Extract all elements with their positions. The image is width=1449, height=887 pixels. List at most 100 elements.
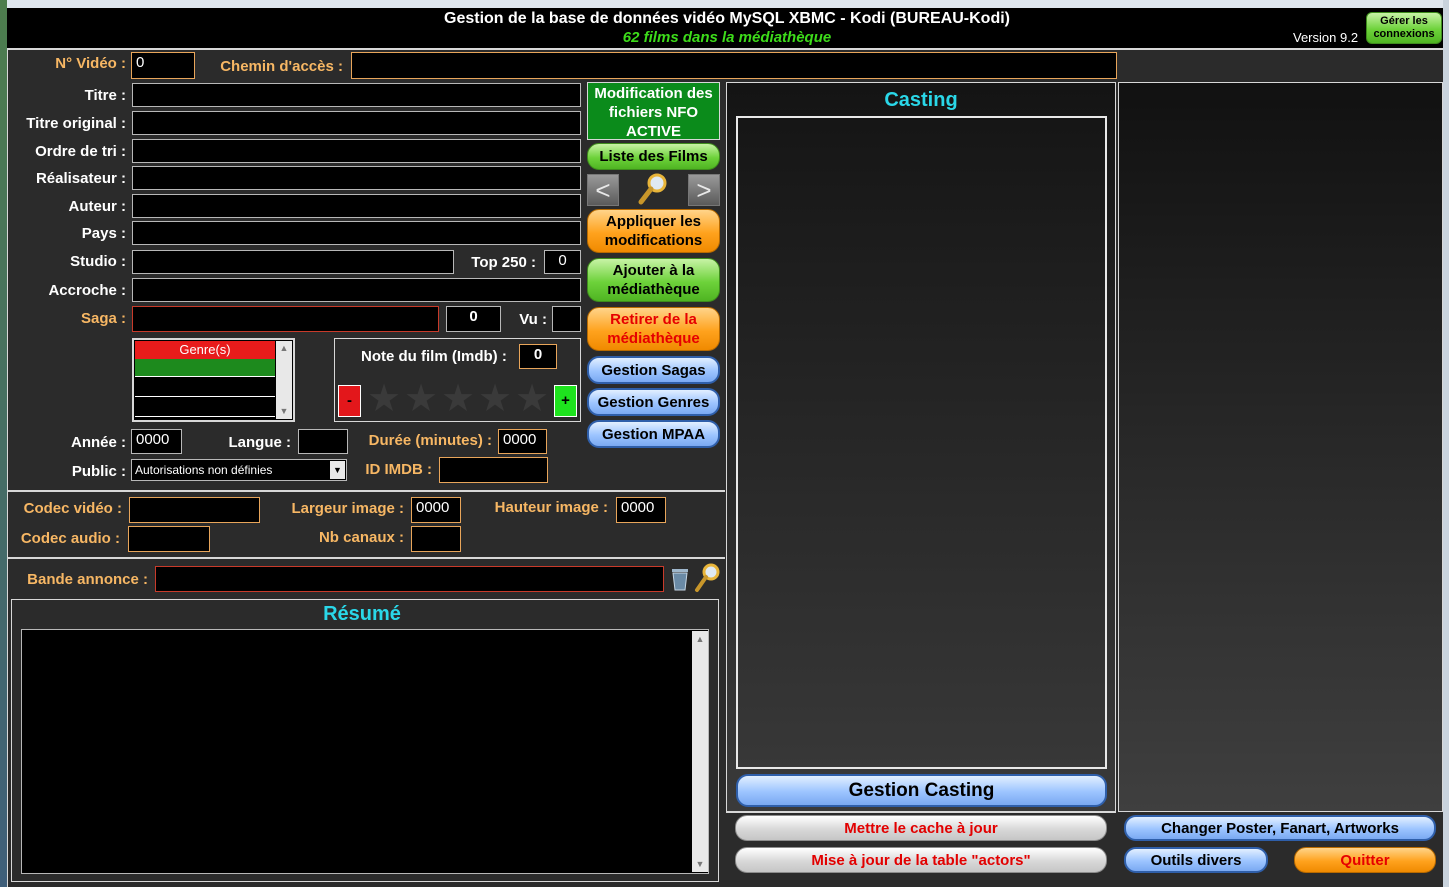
star-icon[interactable]: ★ — [478, 379, 512, 419]
imdb-id-field[interactable] — [439, 457, 548, 483]
apply-changes-button[interactable]: Appliquer les modifications — [587, 209, 720, 253]
rating-value-field: 0 — [519, 344, 557, 369]
studio-field[interactable] — [132, 250, 454, 274]
header-bar: Gestion de la base de données vidéo MySQ… — [7, 8, 1443, 48]
summary-scrollbar[interactable]: ▲ ▼ — [692, 631, 708, 872]
remove-from-library-button[interactable]: Retirer de la médiathèque — [587, 307, 720, 351]
film-count-subtitle: 62 films dans la médiathèque — [622, 29, 832, 46]
summary-textarea[interactable]: ▲ ▼ — [21, 629, 709, 874]
imdb-id-label: ID IMDB : — [365, 461, 432, 478]
star-icon[interactable]: ★ — [367, 379, 401, 419]
previous-film-button[interactable]: < — [587, 174, 619, 206]
scroll-down-icon[interactable]: ▼ — [692, 856, 708, 872]
title-field[interactable] — [132, 83, 581, 107]
director-field[interactable] — [132, 166, 581, 190]
scroll-up-icon[interactable]: ▲ — [692, 631, 708, 647]
duration-field[interactable]: 0000 — [498, 429, 547, 454]
year-field[interactable]: 0000 — [131, 429, 182, 454]
image-height-field[interactable]: 0000 — [616, 497, 666, 523]
top250-field[interactable]: 0 — [544, 250, 581, 274]
manage-casting-button[interactable]: Gestion Casting — [736, 774, 1107, 807]
rating-label: Note du film (Imdb) : — [361, 348, 507, 365]
genre-list-item[interactable] — [135, 359, 275, 377]
genre-list-item[interactable] — [135, 398, 275, 417]
trailer-field[interactable] — [155, 566, 664, 592]
nfo-status-panel: Modification des fichiers NFO ACTIVE — [587, 82, 720, 140]
tagline-field[interactable] — [132, 278, 581, 302]
window-left-border — [0, 0, 7, 887]
video-codec-field[interactable] — [129, 497, 260, 523]
trash-icon-svg — [672, 569, 688, 591]
title-label: Titre : — [84, 87, 126, 104]
manage-genres-button[interactable]: Gestion Genres — [587, 388, 720, 416]
add-to-library-button[interactable]: Ajouter à la médiathèque — [587, 258, 720, 302]
seen-label: Vu : — [519, 311, 547, 328]
manage-connections-button[interactable]: Gérer les connexions — [1366, 12, 1442, 44]
sort-order-field[interactable] — [132, 139, 581, 163]
change-artworks-button[interactable]: Changer Poster, Fanart, Artworks — [1124, 815, 1436, 841]
rating-decrease-button[interactable]: - — [338, 385, 361, 417]
manage-mpaa-button[interactable]: Gestion MPAA — [587, 420, 720, 448]
audio-codec-label: Codec audio : — [20, 530, 120, 547]
next-film-button[interactable]: > — [688, 174, 720, 206]
version-label: Version 9.2 — [1293, 30, 1359, 45]
manage-sagas-button[interactable]: Gestion Sagas — [587, 356, 720, 384]
trailer-label: Bande annonce : — [27, 571, 148, 588]
chevron-down-icon[interactable]: ▼ — [330, 461, 345, 479]
update-actors-table-button[interactable]: Mise à jour de la table "actors" — [735, 847, 1107, 873]
language-field[interactable] — [298, 429, 348, 454]
summary-title: Résumé — [323, 603, 401, 625]
tech-divider-bottom — [7, 557, 725, 559]
trailer-search-button[interactable] — [693, 562, 721, 594]
studio-label: Studio : — [70, 253, 126, 270]
summary-panel: Résumé ▲ ▼ — [11, 599, 719, 882]
window-title: Gestion de la base de données vidéo MySQ… — [444, 10, 1010, 27]
language-label: Langue : — [228, 434, 292, 451]
image-width-label: Largeur image : — [291, 500, 404, 517]
casting-list[interactable] — [736, 116, 1107, 769]
channels-field[interactable] — [411, 526, 461, 552]
form-panel-border — [7, 48, 8, 887]
path-field[interactable] — [351, 52, 1117, 79]
scroll-up-icon[interactable]: ▲ — [276, 341, 292, 356]
public-select[interactable]: Autorisations non définies ▼ — [131, 459, 347, 481]
quit-button[interactable]: Quitter — [1294, 847, 1436, 873]
chevron-left-icon: < — [595, 175, 611, 205]
sort-order-label: Ordre de tri : — [35, 143, 126, 160]
rating-increase-button[interactable]: + — [554, 385, 577, 417]
seen-field[interactable] — [552, 306, 581, 332]
genre-list-header: Genre(s) — [135, 341, 275, 359]
misc-tools-button[interactable]: Outils divers — [1124, 847, 1268, 873]
casting-divider — [726, 812, 1116, 813]
saga-field[interactable] — [132, 306, 439, 332]
original-title-field[interactable] — [132, 111, 581, 135]
window-right-border — [1443, 0, 1449, 887]
public-label: Public : — [71, 463, 126, 480]
star-icon[interactable]: ★ — [515, 379, 549, 419]
saga-label: Saga : — [80, 310, 126, 327]
image-width-field[interactable]: 0000 — [411, 497, 461, 523]
film-list-button[interactable]: Liste des Films — [587, 143, 720, 170]
scroll-down-icon[interactable]: ▼ — [276, 404, 292, 419]
star-icon[interactable]: ★ — [404, 379, 438, 419]
audio-codec-field[interactable] — [128, 526, 210, 552]
star-icon[interactable]: ★ — [441, 379, 475, 419]
tagline-label: Accroche : — [48, 282, 126, 299]
country-field[interactable] — [132, 221, 581, 245]
top250-label: Top 250 : — [471, 254, 536, 271]
window-top-border — [0, 0, 1449, 8]
trash-icon[interactable] — [669, 566, 691, 592]
author-field[interactable] — [132, 194, 581, 218]
video-number-field[interactable]: 0 — [131, 52, 195, 79]
channels-label: Nb canaux : — [318, 529, 404, 546]
genre-list-scrollbar[interactable]: ▲ ▼ — [276, 341, 292, 419]
search-film-button[interactable] — [637, 172, 669, 206]
original-title-label: Titre original : — [26, 115, 126, 132]
genre-list-item[interactable] — [135, 378, 275, 397]
director-label: Réalisateur : — [35, 170, 126, 187]
tech-divider-top — [7, 490, 725, 492]
genre-list[interactable]: Genre(s) ▲ ▼ — [132, 338, 295, 422]
public-select-value: Autorisations non définies — [135, 463, 273, 477]
update-cache-button[interactable]: Mettre le cache à jour — [735, 815, 1107, 841]
video-codec-label: Codec vidéo : — [23, 500, 122, 517]
